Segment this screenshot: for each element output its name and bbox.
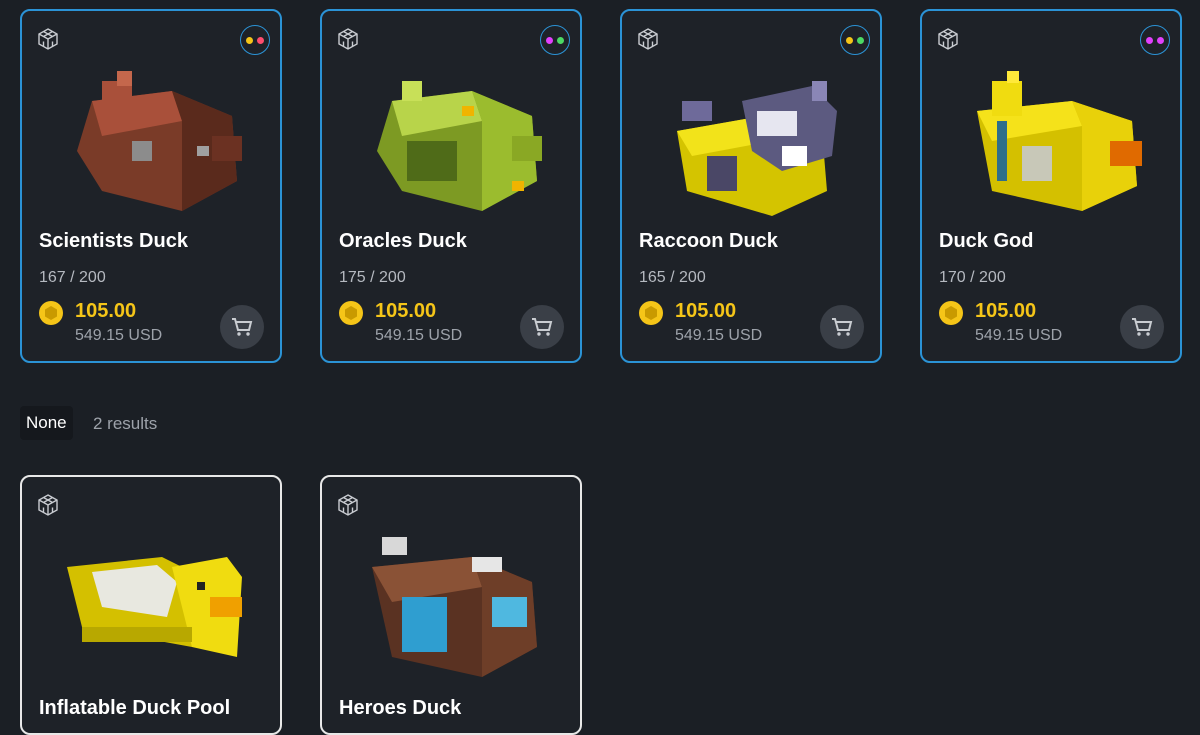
nft-card[interactable]: Heroes Duck — [320, 475, 582, 735]
rarity-badge — [840, 25, 870, 55]
price-usd: 549.15 USD — [75, 327, 163, 344]
supply-count: 170 / 200 — [939, 269, 1006, 286]
rarity-badge — [540, 25, 570, 55]
duck-image — [977, 71, 1142, 211]
cube-3d-icon[interactable] — [336, 27, 360, 51]
price: 105.00 — [975, 300, 1037, 322]
cart-icon — [232, 318, 253, 336]
duck-image — [77, 71, 242, 211]
cube-3d-icon[interactable] — [36, 493, 60, 517]
cart-icon — [532, 318, 553, 336]
duck-image — [377, 81, 542, 211]
rarity-badge — [240, 25, 270, 55]
card-title: Duck God — [939, 230, 1034, 252]
card-title: Heroes Duck — [339, 697, 462, 719]
nft-card[interactable]: Raccoon Duck 165 / 200 105.00 549.15 USD — [620, 9, 882, 363]
card-title: Raccoon Duck — [639, 230, 778, 252]
card-title: Inflatable Duck Pool — [39, 697, 231, 719]
rarity-badge — [1140, 25, 1170, 55]
price-usd: 549.15 USD — [375, 327, 463, 344]
price: 105.00 — [675, 300, 737, 322]
add-to-cart-button[interactable] — [520, 305, 564, 349]
cart-icon — [1132, 318, 1153, 336]
add-to-cart-button[interactable] — [820, 305, 864, 349]
supply-count: 165 / 200 — [639, 269, 706, 286]
price-usd: 549.15 USD — [975, 327, 1063, 344]
cube-3d-icon[interactable] — [36, 27, 60, 51]
coin-icon — [939, 301, 963, 325]
duck-image — [677, 81, 837, 216]
nft-card[interactable]: Inflatable Duck Pool — [20, 475, 282, 735]
coin-icon — [339, 301, 363, 325]
price: 105.00 — [375, 300, 437, 322]
nft-card[interactable]: Oracles Duck 175 / 200 105.00 549.15 USD — [320, 9, 582, 363]
nft-card[interactable]: Duck God 170 / 200 105.00 549.15 USD — [920, 9, 1182, 363]
add-to-cart-button[interactable] — [220, 305, 264, 349]
cube-3d-icon[interactable] — [636, 27, 660, 51]
duck-image — [372, 537, 537, 677]
coin-icon — [39, 301, 63, 325]
price-usd: 549.15 USD — [675, 327, 763, 344]
nft-card[interactable]: Scientists Duck 167 / 200 105.00 549.15 … — [20, 9, 282, 363]
add-to-cart-button[interactable] — [1120, 305, 1164, 349]
supply-count: 175 / 200 — [339, 269, 406, 286]
duck-image — [67, 557, 242, 657]
supply-count: 167 / 200 — [39, 269, 106, 286]
cart-icon — [832, 318, 853, 336]
group-filter-tag[interactable]: None — [20, 406, 73, 440]
cube-3d-icon[interactable] — [336, 493, 360, 517]
coin-icon — [639, 301, 663, 325]
cube-3d-icon[interactable] — [936, 27, 960, 51]
price: 105.00 — [75, 300, 137, 322]
card-title: Scientists Duck — [39, 230, 188, 252]
card-title: Oracles Duck — [339, 230, 467, 252]
results-count: 2 results — [93, 414, 158, 433]
